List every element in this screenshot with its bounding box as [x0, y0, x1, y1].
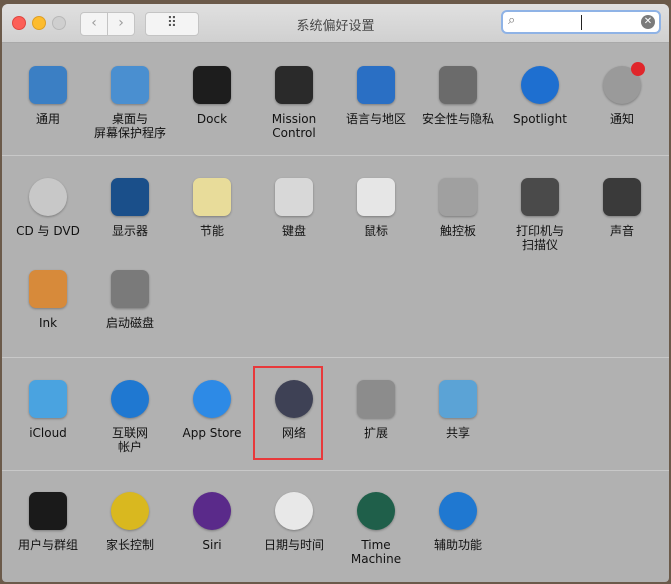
pref-item-label: CD 与 DVD [16, 224, 80, 238]
pref-item-printer[interactable]: 打印机与 扫描仪 [499, 178, 581, 252]
accessibility-icon [439, 492, 477, 530]
pref-item-puzzle[interactable]: 扩展 [335, 380, 417, 440]
pref-item-label: Dock [196, 112, 228, 126]
pref-item-label: 启动磁盘 [105, 316, 154, 330]
pref-item-dock[interactable]: Dock [171, 66, 253, 126]
section-divider [2, 357, 669, 358]
users-icon [29, 492, 67, 530]
pref-item-desktop[interactable]: 桌面与 屏幕保护程序 [89, 66, 171, 140]
pref-item-mouse[interactable]: 鼠标 [335, 178, 417, 238]
pref-item-label: Ink [38, 316, 58, 330]
trackpad-icon [439, 178, 477, 216]
display-icon [111, 178, 149, 216]
pref-item-label: 家长控制 [105, 538, 154, 552]
pref-item-label: 通知 [609, 112, 634, 126]
pref-item-label: 声音 [609, 224, 634, 238]
pref-item-disc[interactable]: CD 与 DVD [7, 178, 89, 238]
pref-item-time-machine[interactable]: Time Machine [335, 492, 417, 566]
pref-item-label: 打印机与 扫描仪 [515, 224, 564, 252]
house-lock-icon [439, 66, 477, 104]
pref-item-clock[interactable]: 日期与时间 [253, 492, 335, 552]
printer-icon [521, 178, 559, 216]
pref-item-label: 日期与时间 [263, 538, 324, 552]
pref-item-label: 触控板 [439, 224, 476, 238]
pref-item-keyboard[interactable]: 键盘 [253, 178, 335, 238]
pref-item-label: 键盘 [281, 224, 306, 238]
siri-icon [193, 492, 231, 530]
title-bar: ‹ › ⠿ 系统偏好设置 ⌕ ✕ [2, 4, 669, 43]
pref-item-label: Spotlight [513, 112, 567, 126]
pref-item-label: 鼠标 [363, 224, 388, 238]
general-icon [29, 66, 67, 104]
cloud-icon [29, 380, 67, 418]
pref-item-general[interactable]: 通用 [7, 66, 89, 126]
mission-control-icon [275, 66, 313, 104]
pref-item-parental[interactable]: 家长控制 [89, 492, 171, 552]
pref-item-label: 通用 [35, 112, 60, 126]
search-icon: ⌕ [508, 13, 516, 28]
pref-item-notification[interactable]: 通知 [581, 62, 663, 126]
pref-item-label: Siri [202, 538, 222, 552]
pref-item-cloud[interactable]: iCloud [7, 380, 89, 440]
pref-item-label: 显示器 [111, 224, 148, 238]
pref-item-users[interactable]: 用户与群组 [7, 492, 89, 552]
time-machine-icon [357, 492, 395, 530]
folder-icon [439, 380, 477, 418]
pref-item-label: 扩展 [363, 426, 388, 440]
pref-item-accessibility[interactable]: 辅助功能 [417, 492, 499, 552]
keyboard-icon [275, 178, 313, 216]
pref-item-label: iCloud [29, 426, 67, 440]
desktop-icon [111, 66, 149, 104]
disk-icon [111, 270, 149, 308]
section-divider [2, 470, 669, 471]
badge-dot [631, 62, 645, 76]
pref-item-magnifier[interactable]: Spotlight [499, 66, 581, 126]
pref-item-ink[interactable]: Ink [7, 270, 89, 330]
pref-item-label: 共享 [445, 426, 470, 440]
pref-item-house-lock[interactable]: 安全性与隐私 [417, 66, 499, 126]
pref-item-bulb[interactable]: 节能 [171, 178, 253, 238]
pref-item-label: 桌面与 屏幕保护程序 [93, 112, 166, 140]
app-store-icon [193, 380, 231, 418]
at-icon [111, 380, 149, 418]
pref-item-flag[interactable]: 语言与地区 [335, 66, 417, 126]
mouse-icon [357, 178, 395, 216]
puzzle-icon [357, 380, 395, 418]
pref-item-label: 节能 [199, 224, 224, 238]
clock-icon [275, 492, 313, 530]
pref-item-disk[interactable]: 启动磁盘 [89, 270, 171, 330]
flag-icon [357, 66, 395, 104]
pref-item-app-store[interactable]: App Store [171, 380, 253, 440]
pref-item-display[interactable]: 显示器 [89, 178, 171, 238]
magnifier-icon [521, 66, 559, 104]
pref-item-trackpad[interactable]: 触控板 [417, 178, 499, 238]
system-preferences-window: ‹ › ⠿ 系统偏好设置 ⌕ ✕ 通用 桌面与 屏幕保护程序 Dock Mission… [2, 4, 669, 582]
pref-item-label: Mission Control [271, 112, 317, 140]
bulb-icon [193, 178, 231, 216]
speaker-icon [603, 178, 641, 216]
pref-item-label: Time Machine [350, 538, 402, 566]
pref-item-label: 语言与地区 [345, 112, 406, 126]
pref-item-label: 安全性与隐私 [421, 112, 494, 126]
pref-item-at[interactable]: 互联网 帐户 [89, 380, 171, 454]
highlight-box [253, 366, 323, 460]
text-cursor [581, 15, 582, 30]
parental-icon [111, 492, 149, 530]
pref-item-label: App Store [182, 426, 242, 440]
pref-item-mission-control[interactable]: Mission Control [253, 66, 335, 140]
pref-item-label: 用户与群组 [17, 538, 78, 552]
disc-icon [29, 178, 67, 216]
pref-item-label: 互联网 帐户 [111, 426, 148, 454]
search-field[interactable]: ⌕ ✕ [501, 10, 661, 34]
dock-icon [193, 66, 231, 104]
notification-icon [603, 62, 645, 104]
clear-search-icon[interactable]: ✕ [641, 15, 655, 29]
pref-item-speaker[interactable]: 声音 [581, 178, 663, 238]
pref-item-siri[interactable]: Siri [171, 492, 253, 552]
pref-item-folder[interactable]: 共享 [417, 380, 499, 440]
pref-item-label: 辅助功能 [433, 538, 482, 552]
ink-icon [29, 270, 67, 308]
section-divider [2, 155, 669, 156]
